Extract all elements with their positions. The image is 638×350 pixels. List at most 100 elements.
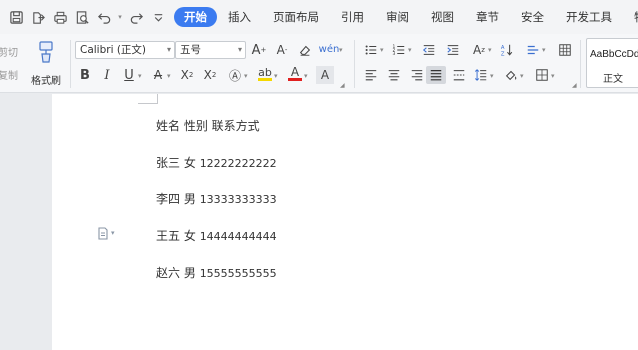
customize-toolbar-icon[interactable] (148, 6, 168, 28)
change-case-icon[interactable]: Az (470, 41, 488, 59)
chevron-down-icon[interactable]: ▾ (138, 72, 142, 80)
quick-access-toolbar: ▾ (0, 6, 168, 28)
document-line: 李四 男 13333333333 (156, 190, 277, 207)
increase-indent-icon[interactable] (444, 41, 462, 59)
export-pdf-icon[interactable] (28, 6, 48, 28)
shading-icon[interactable] (502, 66, 520, 84)
chevron-down-icon[interactable]: ▾ (339, 46, 343, 54)
person-name: 赵六 (156, 266, 181, 280)
font-dialog-launcher-icon[interactable]: ◢ (340, 82, 345, 89)
svg-text:A: A (501, 45, 505, 51)
distribute-icon[interactable] (450, 66, 468, 84)
document-icon (98, 226, 108, 240)
chevron-down-icon[interactable]: ▾ (167, 72, 171, 80)
format-painter-icon (39, 41, 53, 63)
chevron-down-icon: ▾ (111, 229, 115, 237)
tab-security[interactable]: 安全 (510, 7, 555, 27)
person-name: 王五 (156, 229, 181, 243)
table-icon[interactable] (556, 41, 574, 59)
wps-writer-window: ▾ 开始 插入 页面布局 引用 审阅 视图 章节 安全 开发工具 特色 剪切 复… (0, 0, 638, 350)
align-center-icon[interactable] (385, 66, 403, 84)
undo-icon[interactable] (94, 6, 114, 28)
italic-icon[interactable]: I (98, 66, 116, 84)
save-icon[interactable] (6, 6, 26, 28)
font-size-value: 五号 (180, 44, 201, 56)
chevron-down-icon[interactable]: ▾ (304, 72, 308, 80)
line-spacing-icon[interactable] (472, 66, 490, 84)
character-shading-icon[interactable]: A (316, 66, 334, 84)
redo-icon[interactable] (126, 6, 146, 28)
tab-chapter[interactable]: 章节 (465, 7, 510, 27)
document-page[interactable] (52, 94, 638, 350)
person-gender: 男 (183, 266, 196, 280)
copy-button[interactable]: 复制 (0, 67, 18, 82)
shrink-font-icon[interactable]: A- (273, 41, 291, 59)
font-name-select[interactable]: Calibri (正文) ▾ (75, 41, 175, 59)
chevron-down-icon: ▾ (237, 45, 242, 54)
person-phone: 15555555555 (199, 267, 277, 280)
clipboard-group: 剪切 复制 格式刷 (0, 34, 68, 93)
divider (580, 40, 581, 88)
borders-icon[interactable] (533, 66, 551, 84)
ribbon-toolbar: 剪切 复制 格式刷 Calibri (正文) ▾ 五号 ▾ A + A- wén… (0, 34, 638, 93)
ribbon-tabs: 开始 插入 页面布局 引用 审阅 视图 章节 安全 开发工具 特色 (174, 7, 638, 27)
paragraph-layout-icon[interactable] (524, 41, 542, 59)
tab-view[interactable]: 视图 (420, 7, 465, 27)
bullet-list-icon[interactable] (362, 41, 380, 59)
highlight-color-icon[interactable]: ab (256, 65, 274, 83)
divider (70, 40, 71, 88)
font-color-icon[interactable]: A (286, 65, 304, 83)
tab-features[interactable]: 特色 (623, 7, 638, 27)
svg-text:3: 3 (392, 51, 395, 57)
align-left-icon[interactable] (362, 66, 380, 84)
paragraph-handle[interactable]: ▾ (97, 226, 121, 240)
chevron-down-icon: ▾ (166, 45, 171, 54)
chevron-down-icon[interactable]: ▾ (274, 72, 278, 80)
document-line: 张三 女 12222222222 (156, 154, 277, 171)
phonetic-guide-icon[interactable]: wén (319, 40, 340, 58)
decrease-indent-icon[interactable] (420, 41, 438, 59)
document-line: 赵六 男 15555555555 (156, 264, 277, 281)
person-name: 张三 (156, 156, 181, 170)
subscript-icon[interactable]: X2 (201, 66, 219, 84)
tab-references[interactable]: 引用 (330, 7, 375, 27)
style-normal[interactable]: AaBbCcDd 正文 (586, 38, 638, 88)
bold-icon[interactable]: B (76, 66, 94, 84)
format-painter-button[interactable]: 格式刷 (28, 38, 62, 88)
document-line: 王五 女 14444444444 (156, 227, 277, 244)
undo-dropdown-icon[interactable]: ▾ (116, 6, 124, 28)
tab-page-layout[interactable]: 页面布局 (262, 7, 330, 27)
person-gender: 男 (183, 192, 196, 206)
chevron-down-icon[interactable]: ▾ (520, 72, 524, 80)
cut-button[interactable]: 剪切 (0, 44, 18, 59)
chevron-down-icon[interactable]: ▾ (490, 72, 494, 80)
grow-font-icon[interactable]: A + (250, 41, 268, 59)
tab-developer[interactable]: 开发工具 (555, 7, 623, 27)
paragraph-dialog-launcher-icon[interactable]: ◢ (572, 82, 577, 89)
numbered-list-icon[interactable]: 123 (390, 41, 408, 59)
align-right-icon[interactable] (408, 66, 426, 84)
justify-icon[interactable] (426, 66, 446, 84)
chevron-down-icon[interactable]: ▾ (542, 46, 546, 54)
chevron-down-icon[interactable]: ▾ (408, 46, 412, 54)
person-gender: 女 (183, 229, 196, 243)
chevron-down-icon[interactable]: ▾ (551, 72, 555, 80)
chevron-down-icon[interactable]: ▾ (488, 46, 492, 54)
clear-format-icon[interactable] (296, 41, 314, 59)
tab-home[interactable]: 开始 (174, 7, 217, 27)
sort-icon[interactable]: AZ (498, 41, 516, 59)
tab-review[interactable]: 审阅 (375, 7, 420, 27)
header-text: 姓名 性别 联系方式 (156, 119, 260, 133)
superscript-icon[interactable]: X2 (178, 66, 196, 84)
text-effects-icon[interactable]: Ⓐ (226, 66, 244, 84)
chevron-down-icon[interactable]: ▾ (244, 72, 248, 80)
font-size-select[interactable]: 五号 ▾ (175, 41, 246, 59)
tab-insert[interactable]: 插入 (217, 7, 262, 27)
chevron-down-icon[interactable]: ▾ (380, 46, 384, 54)
print-icon[interactable] (50, 6, 70, 28)
style-preview-text: AaBbCcDd (590, 49, 638, 60)
underline-icon[interactable]: U (120, 66, 138, 84)
person-phone: 13333333333 (199, 193, 277, 206)
print-preview-icon[interactable] (72, 6, 92, 28)
strikethrough-icon[interactable]: A (149, 66, 167, 84)
